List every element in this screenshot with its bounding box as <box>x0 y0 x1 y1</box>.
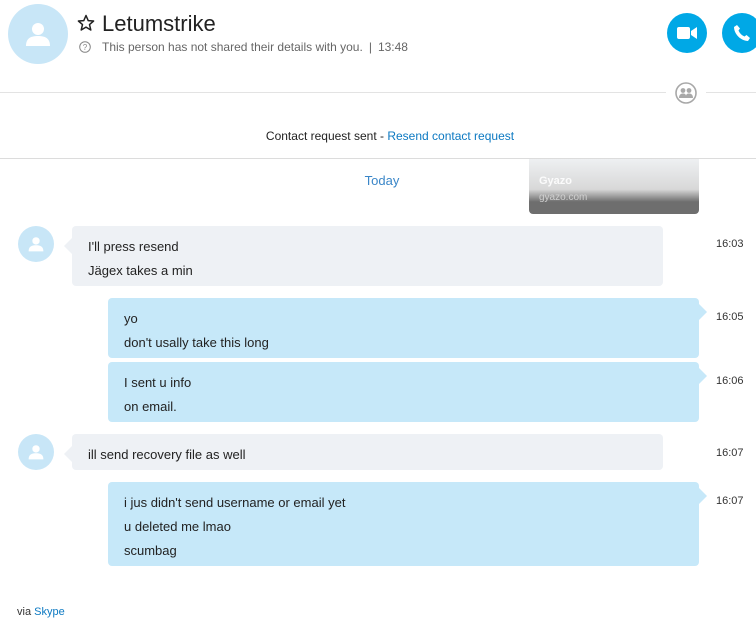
screenshot-overlay: Gyazo gyazo.com <box>529 159 699 214</box>
message-time: 16:03 <box>716 238 744 250</box>
message-time: 16:05 <box>716 311 744 323</box>
sender-avatar[interactable] <box>18 434 54 470</box>
message-bubble-incoming[interactable]: I'll press resend Jägex takes a min <box>64 226 663 286</box>
message-line: don't usally take this long <box>124 335 269 350</box>
star-icon[interactable] <box>77 14 95 32</box>
question-icon: ? <box>79 41 91 53</box>
svg-text:?: ? <box>83 43 88 52</box>
phone-icon <box>734 25 750 41</box>
contact-details: This person has not shared their details… <box>102 40 408 54</box>
message-line: ill send recovery file as well <box>88 447 246 462</box>
overlay-title: Gyazo <box>539 175 573 187</box>
person-icon <box>26 23 50 46</box>
resend-request-link[interactable]: Resend contact request <box>387 129 514 143</box>
header-divider-right <box>706 92 756 93</box>
details-separator: | <box>368 40 372 54</box>
header-divider <box>0 92 666 93</box>
audio-call-button[interactable] <box>722 13 756 53</box>
overlay-subtitle: gyazo.com <box>539 192 588 203</box>
message-time: 16:07 <box>716 447 744 459</box>
message-line: Jägex takes a min <box>88 263 193 278</box>
details-time: 13:48 <box>377 40 408 54</box>
message-time: 16:07 <box>716 495 744 507</box>
contact-request-status: Contact request sent - Resend contact re… <box>0 129 756 143</box>
message-line: I sent u info <box>124 375 192 390</box>
message-line: I'll press resend <box>88 239 179 254</box>
message-bubble-incoming[interactable]: ill send recovery file as well <box>64 434 663 470</box>
contact-name: Letumstrike <box>102 11 216 36</box>
message-line: yo <box>124 311 138 326</box>
video-call-button[interactable] <box>667 13 707 53</box>
message-line: scumbag <box>124 543 177 558</box>
message-time: 16:06 <box>716 375 744 387</box>
people-icon[interactable] <box>675 82 697 104</box>
request-sent-text: Contact request sent - <box>265 129 388 143</box>
message-bubble-outgoing[interactable]: i jus didn't send username or email yet … <box>108 482 707 566</box>
skype-link[interactable]: Skype <box>34 606 65 618</box>
person-icon <box>28 445 44 460</box>
message-line: i jus didn't send username or email yet <box>124 495 346 510</box>
video-camera-icon <box>677 27 697 39</box>
day-divider: Today <box>364 173 400 188</box>
details-text: This person has not shared their details… <box>102 40 363 54</box>
message-line: u deleted me lmao <box>124 519 231 534</box>
sender-avatar[interactable] <box>18 226 54 262</box>
message-bubble-outgoing[interactable]: yo don't usally take this long <box>108 298 707 358</box>
message-bubble-outgoing[interactable]: I sent u info on email. <box>108 362 707 422</box>
message-line: on email. <box>124 399 177 414</box>
person-icon <box>28 237 44 252</box>
via-footer: via Skype <box>17 606 65 618</box>
contact-avatar[interactable] <box>8 4 68 64</box>
via-text: via <box>17 606 35 618</box>
